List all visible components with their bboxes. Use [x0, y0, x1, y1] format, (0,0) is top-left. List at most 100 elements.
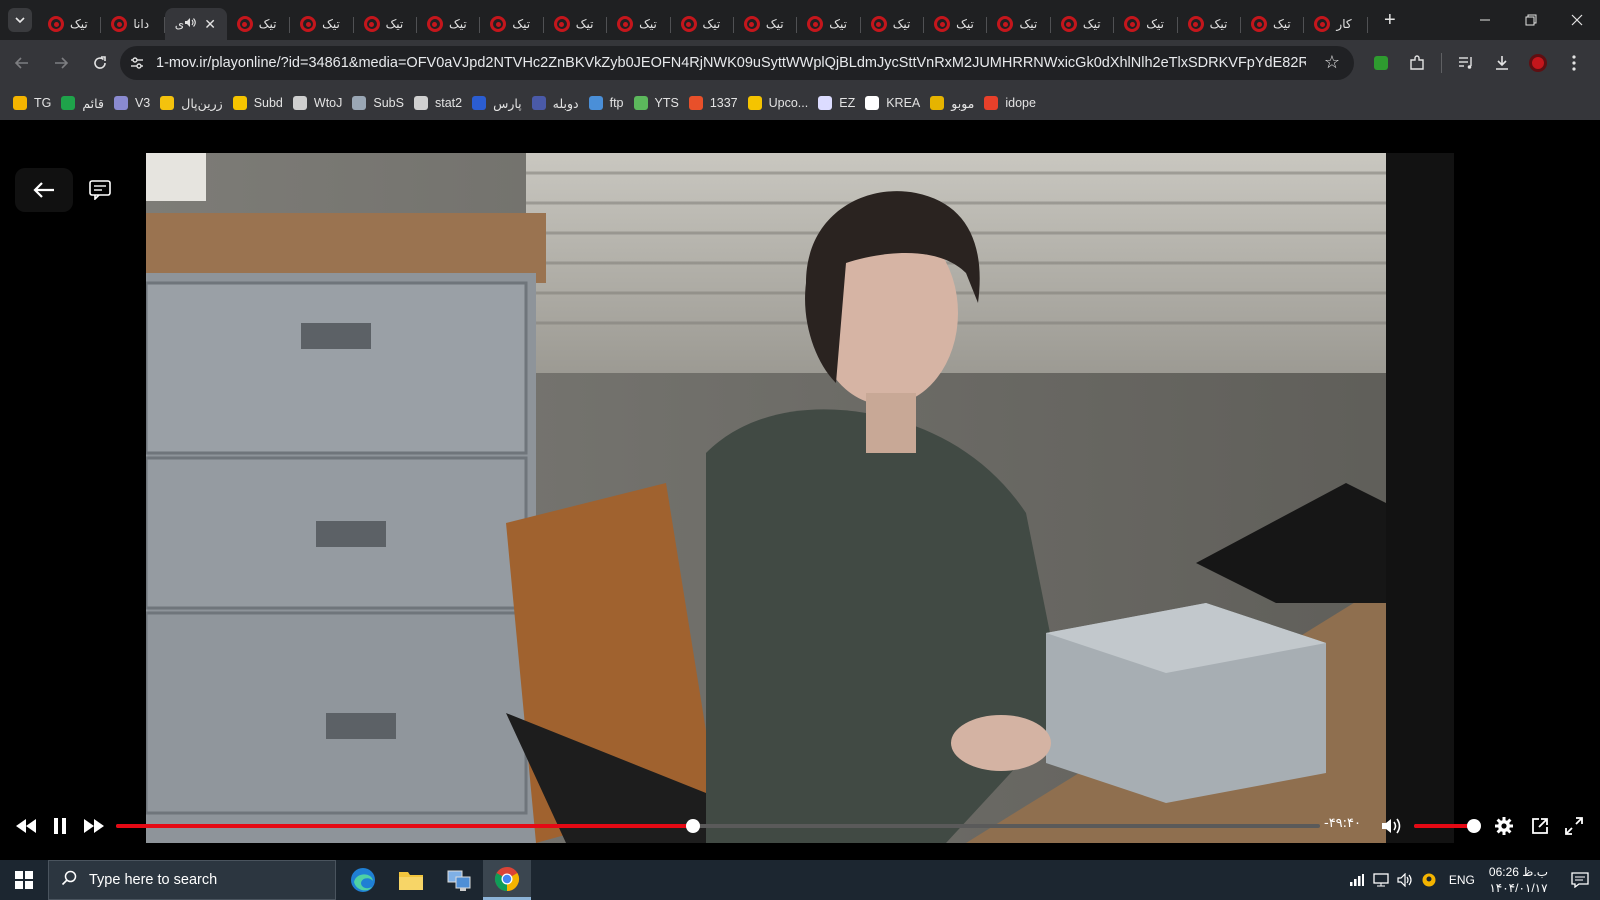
bookmark-wtoj[interactable]: WtoJ — [290, 89, 349, 117]
site-favicon-icon — [617, 16, 634, 32]
tab[interactable]: تیک — [734, 8, 798, 40]
bookmark-subs[interactable]: SubS — [349, 89, 411, 117]
volume-level — [1414, 824, 1474, 828]
tab[interactable]: تیک — [671, 8, 734, 40]
start-button[interactable] — [0, 860, 48, 900]
back-nav-button[interactable] — [5, 46, 39, 80]
seek-handle[interactable] — [685, 819, 700, 833]
signal-icon[interactable] — [1345, 860, 1369, 900]
tab-active[interactable]: ی ✕ — [164, 8, 227, 40]
bookmark-leaf[interactable]: قائم — [58, 89, 111, 117]
close-icon — [1571, 14, 1583, 26]
settings-button[interactable] — [1490, 814, 1518, 838]
tab-title: ی — [174, 17, 185, 31]
tab[interactable]: تیک — [1178, 8, 1242, 40]
volume-handle[interactable] — [1467, 819, 1481, 833]
media-control-icon[interactable] — [1448, 46, 1484, 80]
player-back-button[interactable] — [15, 168, 73, 212]
bookmark-upco[interactable]: Upco... — [745, 89, 816, 117]
network-app[interactable] — [435, 860, 483, 900]
close-window-button[interactable] — [1554, 0, 1600, 40]
tab[interactable]: تیک — [1051, 8, 1115, 40]
network-tray-icon[interactable] — [1369, 860, 1393, 900]
pip-button[interactable] — [1526, 814, 1554, 838]
tab[interactable]: تیک — [607, 8, 671, 40]
tab[interactable]: تیک — [924, 8, 988, 40]
tab[interactable]: تیک — [417, 8, 481, 40]
tab[interactable]: تیک — [987, 8, 1051, 40]
tab[interactable]: تیک — [480, 8, 544, 40]
edge-app[interactable] — [339, 860, 387, 900]
bookmark-yts[interactable]: YTS — [631, 89, 686, 117]
extension-green-icon[interactable] — [1363, 46, 1399, 80]
bookmark-mobo[interactable]: موبو — [927, 89, 981, 117]
minimize-button[interactable] — [1462, 0, 1508, 40]
file-explorer-app[interactable] — [387, 860, 435, 900]
forward-button[interactable] — [80, 814, 108, 838]
bookmark-ftp[interactable]: ftp — [586, 89, 631, 117]
bookmark-x[interactable]: 1337 — [686, 89, 745, 117]
site-favicon-icon — [870, 16, 887, 32]
tab[interactable]: تیک — [354, 8, 417, 40]
address-bar[interactable]: 1-mov.ir/playonline/?id=34861&media=OFV0… — [120, 46, 1354, 80]
bookmark-label: KREA — [886, 96, 921, 110]
tab[interactable]: دانا — [101, 8, 165, 40]
tab[interactable]: تیک — [227, 8, 291, 40]
video-player[interactable]: -۴۹:۴۰ — [0, 120, 1600, 860]
mobo-icon — [930, 96, 945, 110]
restore-button[interactable] — [1508, 0, 1554, 40]
bookmark-pars[interactable]: پارس — [469, 89, 529, 117]
tab[interactable]: تیک — [38, 8, 102, 40]
extensions-icon[interactable] — [1399, 46, 1435, 80]
bookmark-idope[interactable]: idope — [981, 89, 1043, 117]
vpn-tray-icon[interactable] — [1417, 860, 1441, 900]
speaker-tray-icon[interactable] — [1393, 860, 1417, 900]
bookmark-tg[interactable]: TG — [10, 89, 58, 117]
subtitles-button[interactable] — [86, 176, 114, 204]
tg-icon — [13, 96, 27, 110]
bookmark-zarinpal[interactable]: زرین‌پال — [157, 89, 229, 117]
fullscreen-button[interactable] — [1560, 814, 1588, 838]
seek-bar[interactable] — [116, 819, 1320, 833]
profile-avatar[interactable] — [1520, 46, 1556, 80]
tab-close-icon[interactable]: ✕ — [204, 16, 216, 33]
tab[interactable]: تیک — [861, 8, 925, 40]
tab[interactable]: تیک — [544, 8, 608, 40]
tab-search-button[interactable] — [8, 8, 32, 32]
bookmark-krea[interactable]: KREA — [862, 89, 927, 117]
site-favicon-icon — [1124, 16, 1141, 32]
notification-center-button[interactable] — [1560, 860, 1600, 900]
tab-title: تیک — [702, 17, 721, 31]
rewind-button[interactable] — [12, 814, 40, 838]
playlist-music-icon — [1459, 57, 1472, 69]
tab[interactable]: تیک — [1114, 8, 1178, 40]
chrome-app[interactable] — [483, 860, 531, 900]
site-info-button[interactable] — [122, 48, 152, 78]
bookmark-dub[interactable]: دوبله — [529, 89, 586, 117]
tab[interactable]: تیک — [1241, 8, 1305, 40]
tab[interactable]: کار — [1304, 8, 1368, 40]
pause-button[interactable] — [46, 814, 74, 838]
bookmark-ez[interactable]: EZ — [815, 89, 862, 117]
new-tab-button[interactable]: + — [1376, 6, 1404, 34]
download-icon[interactable] — [1484, 46, 1520, 80]
bookmark-globe[interactable]: stat2 — [411, 89, 469, 117]
reload-button[interactable] — [83, 46, 117, 80]
tab[interactable]: تیک — [797, 8, 861, 40]
forward-nav-button[interactable] — [44, 46, 78, 80]
language-indicator[interactable]: ENG — [1449, 873, 1475, 887]
menu-kebab-icon[interactable] — [1556, 46, 1592, 80]
clock[interactable]: 06:26 ب.ظ ۱۴۰۴/۰۱/۱۷ — [1489, 864, 1548, 896]
bookmark-s[interactable]: Subd — [230, 89, 290, 117]
bookmark-v3[interactable]: V3 — [111, 89, 157, 117]
url-text[interactable]: 1-mov.ir/playonline/?id=34861&media=OFV0… — [156, 55, 1306, 71]
bookmark-star-icon[interactable]: ☆ — [1324, 52, 1340, 73]
video-frame[interactable] — [146, 153, 1454, 843]
volume-slider[interactable] — [1414, 819, 1481, 833]
minimize-icon — [1480, 19, 1490, 21]
taskbar-search-box[interactable]: Type here to search — [48, 860, 336, 900]
tab-title: تیک — [1019, 17, 1038, 31]
mute-button[interactable] — [1378, 814, 1406, 838]
audio-playing-icon[interactable] — [184, 17, 196, 31]
tab[interactable]: تیک — [290, 8, 354, 40]
